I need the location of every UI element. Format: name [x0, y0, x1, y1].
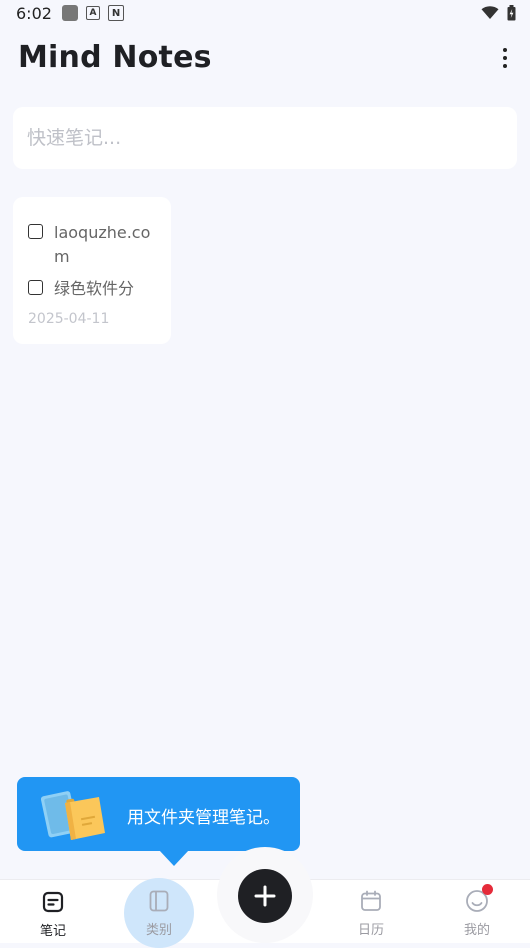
app-title: Mind Notes: [18, 40, 212, 75]
status-time: 6:02: [16, 4, 52, 23]
folder-illustration-icon: [40, 791, 105, 840]
more-vert-icon: [503, 48, 507, 52]
app-notification-icon: [62, 5, 78, 21]
checkbox[interactable]: [28, 224, 43, 239]
notification-badge: [482, 884, 493, 895]
notification-icons: A N: [62, 5, 124, 21]
n-notification-icon: N: [108, 5, 124, 21]
nav-label: 日历: [357, 923, 384, 938]
nav-item-categories[interactable]: 类别: [119, 879, 199, 942]
note-date: 2025-04-11: [28, 311, 110, 327]
nav-item-calendar[interactable]: 日历: [331, 879, 411, 942]
calendar-icon: [361, 890, 381, 911]
tooltip-text: 用文件夹管理笔记。: [127, 808, 280, 828]
nav-label: 类别: [145, 923, 172, 938]
nav-label: 我的: [463, 923, 490, 938]
more-vert-icon-dot: [503, 64, 507, 68]
nav-label: 笔记: [39, 924, 66, 939]
tooltip-arrow: [159, 850, 189, 866]
plus-icon: [254, 885, 276, 907]
note-card[interactable]: laoquzhe.com 绿色软件分 2025-04-11: [13, 197, 171, 344]
wifi-icon: [481, 6, 499, 19]
nav-item-profile[interactable]: 我的: [437, 879, 517, 942]
a-notification-icon: A: [86, 6, 100, 20]
more-vert-icon-dot: [503, 56, 507, 60]
folder-icon: [149, 890, 169, 912]
quick-note-input[interactable]: [13, 107, 517, 169]
folder-tooltip[interactable]: 用文件夹管理笔记。: [17, 777, 300, 866]
nav-item-notes[interactable]: 笔记: [13, 880, 93, 943]
checklist-item: laoquzhe.com: [28, 221, 157, 269]
checklist-item-text: laoquzhe.com: [54, 223, 151, 266]
note-icon: [42, 891, 64, 913]
checklist-item-text: 绿色软件分: [54, 279, 135, 298]
checkbox[interactable]: [28, 280, 43, 295]
add-note-button[interactable]: [238, 869, 292, 923]
status-bar: 6:02 A N: [0, 0, 530, 28]
more-menu-button[interactable]: [500, 46, 510, 70]
system-icons: [481, 5, 516, 21]
battery-icon: [507, 5, 516, 21]
checklist-item: 绿色软件分: [28, 277, 157, 301]
